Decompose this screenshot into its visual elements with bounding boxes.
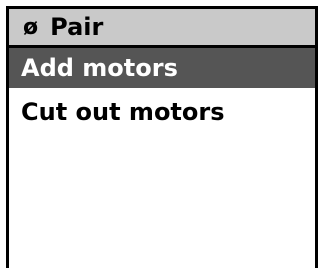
device-screen: ø Pair Add motors Cut out motors [6, 6, 318, 268]
menu-item-label: Cut out motors [21, 98, 225, 126]
menu-item-add-motors[interactable]: Add motors [9, 48, 315, 88]
menu-item-label: Add motors [21, 54, 178, 82]
title-bar: ø Pair [9, 9, 315, 48]
empty-set-icon: ø [23, 14, 39, 40]
screen-title: Pair [50, 13, 104, 41]
menu-item-cut-out-motors[interactable]: Cut out motors [9, 93, 315, 131]
